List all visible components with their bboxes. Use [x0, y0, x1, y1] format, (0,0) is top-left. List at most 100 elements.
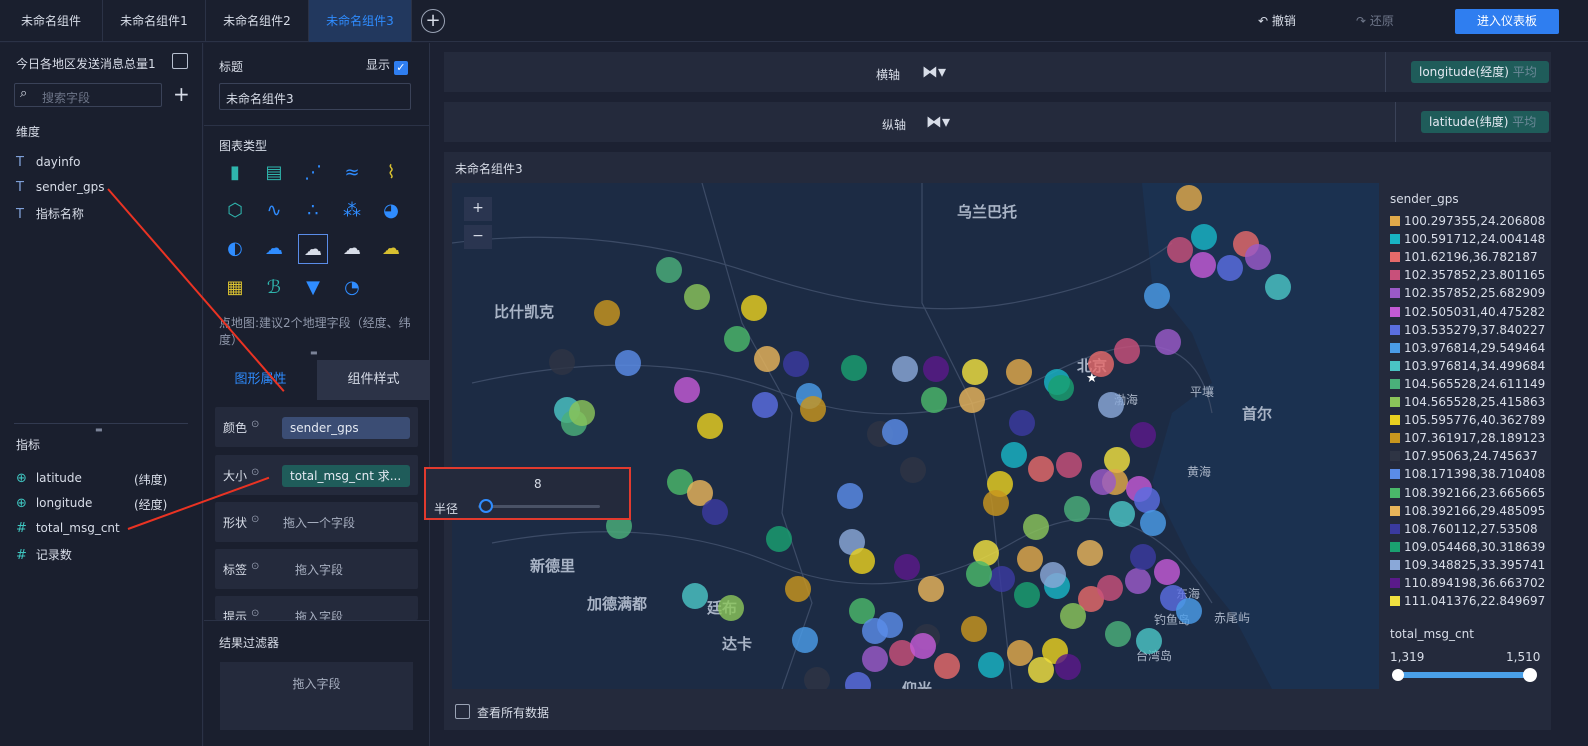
- legend-item[interactable]: 104.565528,25.415863: [1390, 395, 1545, 409]
- map-bubble[interactable]: [1023, 514, 1049, 540]
- map-bubble[interactable]: [1265, 274, 1291, 300]
- bubble-icon[interactable]: ⁂: [337, 196, 367, 226]
- dimension-item-dayinfo[interactable]: T dayinfo: [16, 155, 80, 170]
- map-bubble[interactable]: [862, 646, 888, 672]
- add-tab-button[interactable]: +: [421, 9, 445, 33]
- enter-dashboard-button[interactable]: 进入仪表板: [1455, 9, 1559, 34]
- measure-item-total-msg-cnt[interactable]: # total_msg_cnt: [16, 521, 120, 536]
- map-bubble[interactable]: [1105, 621, 1131, 647]
- area-map-icon[interactable]: ☁: [259, 234, 289, 264]
- map-bubble[interactable]: [934, 653, 960, 679]
- map-bubble[interactable]: [741, 295, 767, 321]
- legend-item[interactable]: 103.535279,37.840227: [1390, 323, 1545, 337]
- flow-map-icon[interactable]: ☁: [337, 234, 367, 264]
- search-input[interactable]: ⌕ 搜索字段: [14, 83, 162, 107]
- map-bubble[interactable]: [882, 419, 908, 445]
- legend-item[interactable]: 104.565528,24.611149: [1390, 377, 1545, 391]
- map-bubble[interactable]: [615, 350, 641, 376]
- map-bubble[interactable]: [1097, 575, 1123, 601]
- treemap-icon[interactable]: ▦: [220, 273, 250, 303]
- legend-item[interactable]: 103.976814,29.549464: [1390, 341, 1545, 355]
- legend-item[interactable]: 105.595776,40.362789: [1390, 413, 1545, 427]
- redo-button[interactable]: ↷ 还原: [1356, 12, 1394, 29]
- show-title-toggle[interactable]: 显示 ✓: [366, 56, 408, 75]
- map-bubble[interactable]: [766, 526, 792, 552]
- map-bubble[interactable]: [792, 627, 818, 653]
- legend-item[interactable]: 102.357852,25.682909: [1390, 286, 1545, 300]
- map-bubble[interactable]: [702, 499, 728, 525]
- map-bubble[interactable]: [804, 667, 830, 689]
- map-bubble[interactable]: [1245, 244, 1271, 270]
- legend-item[interactable]: 100.591712,24.004148: [1390, 232, 1545, 246]
- map-bubble[interactable]: [724, 326, 750, 352]
- legend-item[interactable]: 109.348825,33.395741: [1390, 558, 1545, 572]
- measure-item-record-count[interactable]: # 记录数: [16, 546, 72, 563]
- pie-chart-icon[interactable]: ◕: [376, 196, 406, 226]
- map-bubble[interactable]: [1028, 657, 1054, 683]
- map-bubble[interactable]: [1154, 559, 1180, 585]
- map-bubble[interactable]: [1064, 496, 1090, 522]
- map-bubble[interactable]: [989, 566, 1015, 592]
- word-cloud-icon[interactable]: ℬ: [259, 273, 289, 303]
- resize-handle[interactable]: ▬: [95, 425, 103, 434]
- map-bubble[interactable]: [1134, 487, 1160, 513]
- size-field-tag[interactable]: total_msg_cnt 求...: [282, 465, 410, 487]
- map-bubble[interactable]: [656, 257, 682, 283]
- map-bubble[interactable]: [549, 349, 575, 375]
- radius-slider-handle[interactable]: [479, 499, 493, 513]
- map-bubble[interactable]: [894, 554, 920, 580]
- map-bubble[interactable]: [674, 377, 700, 403]
- scatter-line-icon[interactable]: ⋰: [298, 158, 328, 188]
- legend-item[interactable]: 110.894198,36.663702: [1390, 576, 1545, 590]
- line-chart-icon[interactable]: ⌇: [376, 158, 406, 188]
- map-bubble[interactable]: [1191, 224, 1217, 250]
- map-bubble[interactable]: [1001, 442, 1027, 468]
- legend-item[interactable]: 102.357852,23.801165: [1390, 268, 1545, 282]
- x-axis-field-tag[interactable]: longitude(经度) 平均: [1411, 61, 1549, 83]
- radius-slider-track[interactable]: [478, 505, 600, 508]
- heat-map-icon[interactable]: ☁: [376, 234, 406, 264]
- legend-item[interactable]: 107.95063,24.745637: [1390, 449, 1538, 463]
- color-field-tag[interactable]: sender_gps: [282, 417, 410, 439]
- tab-component-style[interactable]: 组件样式: [317, 360, 430, 400]
- map-bubble[interactable]: [594, 300, 620, 326]
- measure-item-longitude[interactable]: ⊕ longitude (经度): [16, 496, 186, 512]
- map-bubble[interactable]: [800, 396, 826, 422]
- y-axis-field-tag[interactable]: latitude(纬度) 平均: [1421, 111, 1549, 133]
- legend-item[interactable]: 102.505031,40.475282: [1390, 305, 1545, 319]
- map-bubble[interactable]: [910, 633, 936, 659]
- map-bubble[interactable]: [962, 359, 988, 385]
- switch-dataset-icon[interactable]: [172, 53, 188, 69]
- map-bubble[interactable]: [1014, 582, 1040, 608]
- legend-item[interactable]: 107.361917,28.189123: [1390, 431, 1545, 445]
- sort-icon[interactable]: ⧓▾: [926, 112, 950, 131]
- map-bubble[interactable]: [783, 351, 809, 377]
- map-bubble[interactable]: [1176, 598, 1202, 624]
- map-bubble[interactable]: [1056, 452, 1082, 478]
- tab-component-2[interactable]: 未命名组件2: [206, 0, 309, 42]
- area-chart-icon[interactable]: ∿: [259, 196, 289, 226]
- dimension-item-metric-name[interactable]: T 指标名称: [16, 205, 84, 222]
- map-bubble[interactable]: [966, 561, 992, 587]
- map-bubble[interactable]: [1055, 654, 1081, 680]
- sort-icon[interactable]: ⧓▾: [922, 62, 946, 81]
- globe-map-icon[interactable]: ◐: [220, 234, 250, 264]
- map-bubble[interactable]: [1040, 562, 1066, 588]
- measure-item-latitude[interactable]: ⊕ latitude (纬度): [16, 471, 186, 487]
- legend-item[interactable]: 101.62196,36.782187: [1390, 250, 1538, 264]
- dimension-item-sender-gps[interactable]: T sender_gps: [16, 180, 105, 195]
- point-map-icon[interactable]: ☁: [298, 234, 328, 264]
- legend-item[interactable]: 108.171398,38.710408: [1390, 467, 1545, 481]
- map-bubble[interactable]: [1006, 359, 1032, 385]
- map-bubble[interactable]: [978, 652, 1004, 678]
- map-bubble[interactable]: [785, 576, 811, 602]
- map-bubble[interactable]: [1155, 329, 1181, 355]
- legend-item[interactable]: 109.054468,30.318639: [1390, 540, 1545, 554]
- map-bubble[interactable]: [1114, 338, 1140, 364]
- gauge-icon[interactable]: ◔: [337, 273, 367, 303]
- shape-drop-zone[interactable]: 拖入一个字段: [283, 514, 355, 531]
- legend-item[interactable]: 108.392166,23.665665: [1390, 486, 1545, 500]
- size-range-min-handle[interactable]: [1392, 669, 1404, 681]
- map-bubble[interactable]: [1144, 283, 1170, 309]
- map-bubble[interactable]: [1109, 501, 1135, 527]
